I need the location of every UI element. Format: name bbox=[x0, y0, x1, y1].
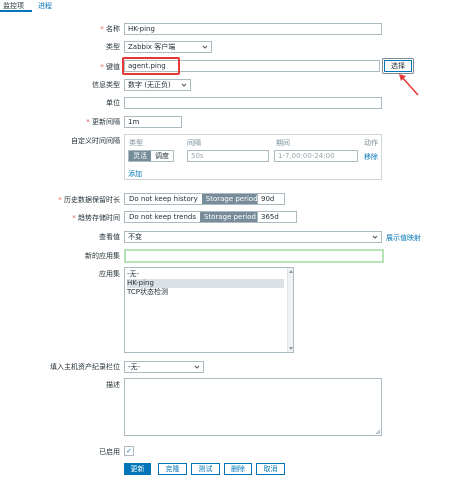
ci-header-type: 类型 bbox=[129, 139, 143, 147]
tab-processes[interactable]: 进程 bbox=[38, 1, 52, 11]
history-value-input[interactable]: 90d bbox=[257, 193, 285, 205]
inventory-select[interactable]: -无- bbox=[124, 361, 204, 373]
list-item[interactable]: TCP状态检测 bbox=[127, 288, 168, 297]
chevron-down-icon bbox=[372, 235, 378, 239]
ci-scheduling-option[interactable]: 调度 bbox=[151, 151, 173, 161]
ci-header-interval: 间隔 bbox=[187, 139, 201, 147]
new-app-input[interactable] bbox=[124, 249, 384, 263]
type-select[interactable]: Zabbix 客户端 bbox=[124, 41, 212, 53]
delete-button[interactable]: 删除 bbox=[224, 463, 252, 475]
info-type-value: 数字 (无正负) bbox=[128, 81, 171, 89]
trends-do-not-keep[interactable]: Do not keep trends bbox=[125, 212, 200, 222]
units-label: 单位 bbox=[106, 99, 120, 107]
new-app-label: 新的应用集 bbox=[85, 252, 120, 260]
show-value-select[interactable]: 不变 bbox=[124, 231, 382, 243]
apps-scrollbar[interactable] bbox=[287, 268, 293, 352]
chevron-down-icon bbox=[181, 83, 187, 87]
enabled-checkbox[interactable]: ✓ bbox=[124, 446, 134, 456]
name-label: * 名称 bbox=[100, 25, 120, 33]
trends-toggle: Do not keep trends Storage period bbox=[124, 211, 261, 223]
inventory-label: 填入主机资产纪录栏位 bbox=[50, 363, 120, 371]
cancel-button[interactable]: 取消 bbox=[256, 463, 285, 475]
info-type-label: 信息类型 bbox=[92, 81, 120, 89]
history-storage-period[interactable]: Storage period bbox=[201, 194, 262, 204]
info-type-select[interactable]: 数字 (无正负) bbox=[124, 79, 191, 91]
show-value-value: 不变 bbox=[128, 233, 142, 241]
ci-type-toggle: 灵活 调度 bbox=[128, 150, 174, 162]
ci-remove-link[interactable]: 移除 bbox=[364, 152, 378, 162]
trends-storage-period[interactable]: Storage period bbox=[199, 212, 260, 222]
name-input[interactable]: HK-ping bbox=[124, 23, 382, 35]
interval-input[interactable]: 1m bbox=[124, 116, 182, 128]
chevron-down-icon bbox=[202, 45, 208, 49]
ci-header-period: 期间 bbox=[276, 139, 290, 147]
ci-header-action: 动作 bbox=[364, 139, 378, 147]
inventory-value: -无- bbox=[128, 363, 141, 371]
history-toggle: Do not keep history Storage period bbox=[124, 193, 263, 205]
key-highlight-box bbox=[122, 57, 180, 75]
show-value-mapping-link[interactable]: 展示值映射 bbox=[386, 233, 421, 243]
test-button[interactable]: 测试 bbox=[191, 463, 220, 475]
active-tab-indicator bbox=[0, 10, 32, 12]
key-label: * 键值 bbox=[100, 63, 120, 71]
description-label: 描述 bbox=[106, 381, 120, 389]
description-textarea[interactable] bbox=[124, 378, 382, 436]
update-button[interactable]: 更新 bbox=[124, 463, 151, 475]
ci-interval-input[interactable]: 50s bbox=[187, 150, 269, 162]
type-label: 类型 bbox=[106, 43, 120, 51]
units-input[interactable] bbox=[124, 97, 382, 109]
chevron-down-icon bbox=[194, 365, 200, 369]
custom-intervals-label: 自定义时间间隔 bbox=[71, 137, 120, 145]
clone-button[interactable]: 克隆 bbox=[158, 463, 187, 475]
red-arrow-icon bbox=[399, 74, 419, 96]
show-value-label: 查看值 bbox=[99, 233, 120, 241]
tab-bar: 监控项 进程 bbox=[0, 0, 474, 12]
apps-label: 应用集 bbox=[99, 270, 120, 278]
history-label: * 历史数据保留时长 bbox=[58, 196, 120, 204]
resize-handle-icon[interactable] bbox=[375, 429, 381, 435]
trends-value-input[interactable]: 365d bbox=[257, 211, 297, 223]
history-do-not-keep[interactable]: Do not keep history bbox=[125, 194, 202, 204]
apps-listbox[interactable]: -无- HK-ping TCP状态检测 bbox=[124, 267, 294, 353]
trends-label: * 趋势存储时间 bbox=[72, 214, 120, 222]
enabled-label: 已启用 bbox=[99, 448, 120, 456]
list-item[interactable]: -无- bbox=[127, 270, 139, 279]
scroll-up-icon bbox=[289, 270, 293, 273]
ci-period-input[interactable]: 1-7,00:00-24:00 bbox=[274, 150, 358, 162]
interval-label: * 更新间隔 bbox=[86, 118, 120, 126]
type-select-value: Zabbix 客户端 bbox=[128, 43, 176, 51]
scroll-down-icon bbox=[289, 347, 293, 350]
ci-flexible-option[interactable]: 灵活 bbox=[129, 151, 151, 161]
ci-add-link[interactable]: 添加 bbox=[128, 169, 142, 179]
list-item[interactable]: HK-ping bbox=[127, 279, 284, 288]
